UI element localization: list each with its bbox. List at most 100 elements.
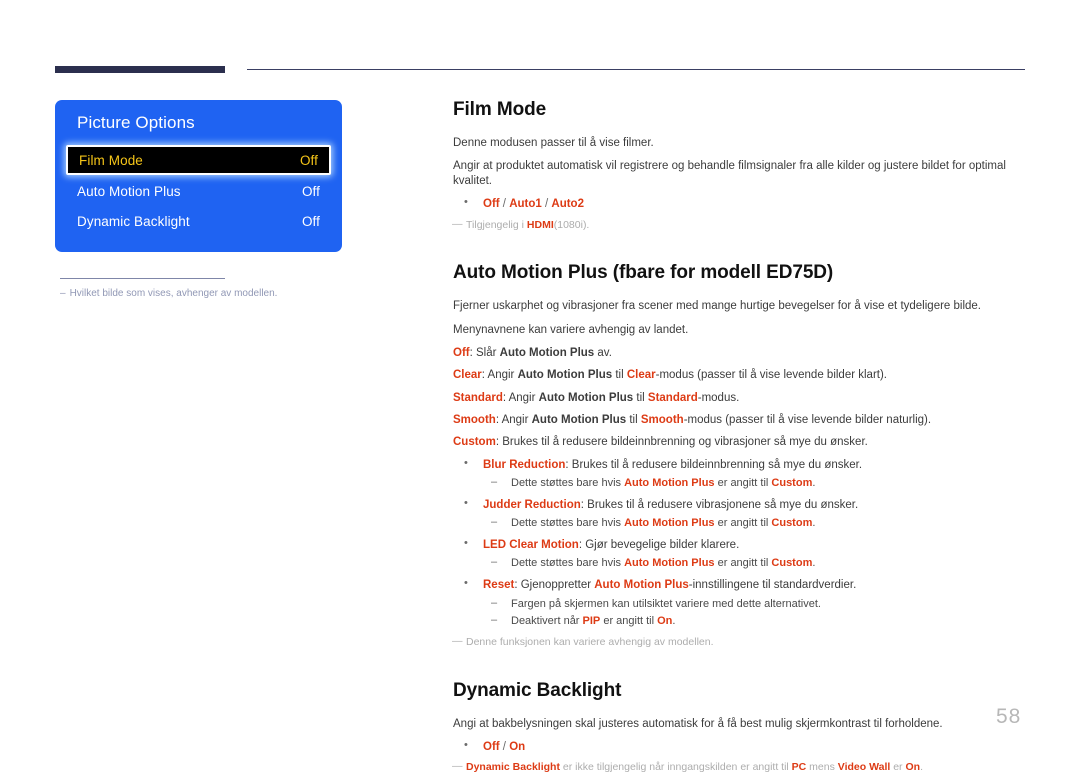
osd-row-film-mode-value: Off	[299, 152, 318, 168]
osd-row-dynamic-backlight[interactable]: Dynamic Backlight Off	[66, 206, 331, 236]
amp-mode-smooth-t1: : Angir	[495, 414, 532, 427]
amp-reset-sub2-pre: Deaktivert når	[511, 615, 583, 628]
amp-led-sub-term2: Custom	[771, 557, 813, 570]
left-note-text: Hvilket bilde som vises, avhenger av mod…	[69, 288, 278, 299]
amp-paragraph-2: Menynavnene kan variere avhengig av land…	[453, 323, 689, 336]
amp-bullet-blur-reduction-text: : Brukes til å redusere bildeinnbrenning…	[565, 458, 863, 471]
left-column: Picture Options Film Mode Off Auto Motio…	[55, 100, 385, 299]
osd-row-film-mode[interactable]: Film Mode Off	[66, 145, 331, 175]
left-note: – Hvilket bilde som vises, avhenger av mo…	[60, 288, 385, 299]
amp-bullet-reset: Reset: Gjenoppretter Auto Motion Plus-in…	[453, 577, 1033, 630]
film-mode-options-list: Off / Auto1 / Auto2	[453, 196, 1033, 211]
amp-mode-custom-t1: : Brukes til å redusere bildeinnbrenning…	[495, 436, 868, 449]
film-mode-note-suffix: (1080i).	[553, 218, 590, 231]
amp-bullet-judder-reduction-sub: Dette støttes bare hvis Auto Motion Plus…	[483, 516, 1033, 531]
amp-judder-sub-pre: Dette støttes bare hvis	[511, 517, 625, 530]
amp-led-sub-mid: er angitt til	[714, 557, 772, 570]
amp-bullet-reset-sub-2: Deaktivert når PIP er angitt til On.	[483, 614, 1033, 629]
heading-dynamic-backlight: Dynamic Backlight	[453, 679, 622, 701]
amp-mode-off-name: Off	[453, 346, 470, 359]
film-mode-note-prefix: Tilgjengelig i	[466, 218, 527, 231]
amp-mode-off-t2: av.	[594, 346, 612, 359]
amp-bullet-reset-term: Auto Motion Plus	[594, 579, 689, 592]
heading-auto-motion-plus: Auto Motion Plus (fbare for modell ED75D…	[453, 262, 834, 284]
amp-bullet-led-clear-motion-text: : Gjør bevegelige bilder klarere.	[578, 539, 740, 552]
amp-bullet-judder-reduction-name: Judder Reduction	[483, 498, 581, 511]
amp-bullet-reset-t2: -innstillingene til standardverdier.	[688, 579, 857, 592]
osd-row-film-mode-label: Film Mode	[79, 152, 143, 168]
amp-mode-clear-term: Auto Motion Plus	[517, 369, 613, 382]
amp-judder-sub-post: .	[812, 517, 816, 530]
amp-mode-clear-t3: -modus (passer til å vise levende bilder…	[655, 369, 887, 382]
amp-reset-sub2-term-pip: PIP	[582, 615, 601, 628]
osd-row-list: Film Mode Off Auto Motion Plus Off Dynam…	[55, 145, 342, 252]
amp-mode-smooth-t3: -modus (passer til å vise levende bilder…	[683, 414, 932, 427]
dynamic-backlight-paragraph-1: Angi at bakbelysningen skal justeres aut…	[453, 717, 943, 730]
film-mode-option-sep-2: /	[541, 198, 552, 211]
page-number: 58	[996, 705, 1022, 728]
amp-reset-sub2-mid: er angitt til	[600, 615, 658, 628]
amp-bullet-judder-reduction-sublist: Dette støttes bare hvis Auto Motion Plus…	[483, 516, 1033, 531]
osd-picture-options-panel: Picture Options Film Mode Off Auto Motio…	[55, 100, 342, 252]
amp-bullet-judder-reduction: Judder Reduction: Brukes til å redusere …	[453, 497, 1033, 531]
amp-bullet-reset-sublist: Fargen på skjermen kan utilsiktet varier…	[483, 597, 1033, 630]
film-mode-option-auto1: Auto1	[509, 198, 542, 211]
amp-note: Denne funksjonen kan variere avhengig av…	[452, 635, 1033, 650]
film-mode-paragraph-1: Denne modusen passer til å vise filmer.	[453, 137, 654, 149]
film-mode-option-sep-1: /	[499, 198, 510, 211]
amp-mode-standard-t3: -modus.	[697, 391, 740, 404]
amp-blur-sub-post: .	[812, 477, 816, 490]
amp-bullet-led-clear-motion-sublist: Dette støttes bare hvis Auto Motion Plus…	[483, 556, 1033, 571]
amp-mode-smooth-term: Auto Motion Plus	[531, 414, 627, 427]
amp-mode-standard-term: Auto Motion Plus	[538, 391, 634, 404]
dynamic-backlight-options-list: Off / On	[453, 739, 1033, 754]
amp-led-sub-post: .	[812, 557, 816, 570]
dynamic-backlight-option-off: Off	[483, 741, 500, 754]
amp-led-sub-pre: Dette støttes bare hvis	[511, 557, 625, 570]
film-mode-option-auto2: Auto2	[551, 198, 584, 211]
amp-mode-smooth-name: Smooth	[453, 414, 496, 427]
amp-reset-sub2-post: .	[672, 615, 676, 628]
db-note-mid-1: er ikke tilgjengelig når inngangskilden …	[559, 761, 792, 774]
amp-paragraph-1: Fjerner uskarphet og vibrasjoner fra sce…	[453, 300, 982, 313]
dynamic-backlight-note: Dynamic Backlight er ikke tilgjengelig n…	[452, 760, 1033, 775]
amp-bullet-blur-reduction-name: Blur Reduction	[483, 458, 566, 471]
header-rule-thick	[55, 66, 225, 73]
dynamic-backlight-options-item: Off / On	[453, 739, 1033, 754]
amp-bullet-reset-t1: : Gjenoppretter	[514, 579, 595, 592]
db-note-mid-3: er	[890, 761, 906, 774]
amp-mode-standard: Standard: Angir Auto Motion Plus til Sta…	[453, 391, 1033, 405]
heading-film-mode: Film Mode	[453, 99, 547, 120]
amp-mode-off-t1: : Slår	[469, 346, 500, 359]
amp-reset-sub2-term-on: On	[657, 615, 673, 628]
amp-mode-off-term: Auto Motion Plus	[499, 346, 595, 359]
amp-mode-clear-term2: Clear	[626, 369, 656, 382]
left-note-divider	[60, 278, 225, 279]
amp-bullet-reset-sub-1: Fargen på skjermen kan utilsiktet varier…	[483, 597, 1033, 612]
amp-mode-smooth-term2: Smooth	[640, 414, 684, 427]
amp-mode-clear: Clear: Angir Auto Motion Plus til Clear-…	[453, 368, 1033, 382]
dynamic-backlight-option-sep: /	[499, 741, 510, 754]
amp-blur-sub-term2: Custom	[771, 477, 813, 490]
amp-bullet-led-clear-motion-sub: Dette støttes bare hvis Auto Motion Plus…	[483, 556, 1033, 571]
db-note-term-video-wall: Video Wall	[837, 761, 891, 774]
db-note-suffix: .	[920, 761, 923, 774]
amp-mode-standard-term2: Standard	[647, 391, 698, 404]
db-note-mid-2: mens	[806, 761, 838, 774]
amp-mode-clear-t2: til	[612, 369, 627, 382]
osd-row-dynamic-backlight-label: Dynamic Backlight	[77, 213, 190, 229]
amp-led-sub-term: Auto Motion Plus	[624, 557, 715, 570]
amp-mode-custom: Custom: Brukes til å redusere bildeinnbr…	[453, 435, 1033, 449]
amp-mode-smooth-t2: til	[626, 414, 641, 427]
osd-row-auto-motion-plus[interactable]: Auto Motion Plus Off	[66, 176, 331, 206]
dynamic-backlight-option-on: On	[509, 741, 526, 754]
amp-mode-standard-t1: : Angir	[502, 391, 539, 404]
film-mode-options-item: Off / Auto1 / Auto2	[453, 196, 1033, 211]
osd-row-auto-motion-plus-label: Auto Motion Plus	[77, 183, 181, 199]
amp-judder-sub-term: Auto Motion Plus	[624, 517, 715, 530]
amp-bullet-blur-reduction-sub: Dette støttes bare hvis Auto Motion Plus…	[483, 476, 1033, 491]
film-mode-paragraph-2: Angir at produktet automatisk vil regist…	[453, 160, 1006, 187]
film-mode-note-term-hdmi: HDMI	[526, 218, 554, 231]
amp-bullet-blur-reduction: Blur Reduction: Brukes til å redusere bi…	[453, 457, 1033, 491]
amp-bullet-blur-reduction-sublist: Dette støttes bare hvis Auto Motion Plus…	[483, 476, 1033, 491]
